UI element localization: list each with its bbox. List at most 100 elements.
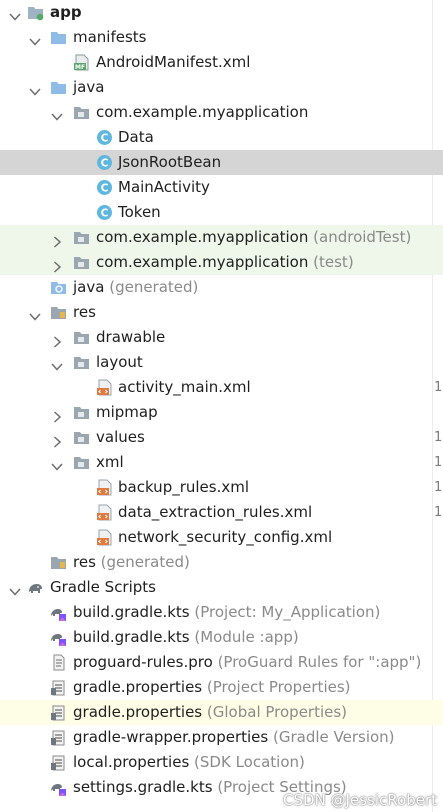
tree-node[interactable]: build.gradle.kts (Module :app) — [0, 625, 443, 650]
tree-node[interactable]: res (generated) — [0, 550, 443, 575]
tree-node-label: res — [73, 303, 96, 321]
chevron-down-icon[interactable] — [51, 456, 63, 471]
tree-node-label: xml — [96, 453, 124, 471]
tree-node[interactable]: activity_main.xml — [0, 375, 443, 400]
tree-node-label: Gradle Scripts — [50, 578, 156, 596]
gradle-kts-icon — [50, 629, 67, 646]
tree-node[interactable]: mipmap — [0, 400, 443, 425]
tree-node[interactable]: proguard-rules.pro (ProGuard Rules for "… — [0, 650, 443, 675]
tree-node-label: Data — [118, 128, 154, 146]
folder-module-icon — [27, 4, 44, 21]
tree-node[interactable]: Gradle Scripts — [0, 575, 443, 600]
tree-node-label: proguard-rules.pro — [73, 653, 213, 671]
text-file-icon — [50, 654, 67, 671]
tree-node[interactable]: layout — [0, 350, 443, 375]
chevron-down-icon[interactable] — [29, 31, 41, 46]
res-folder-icon — [50, 554, 67, 571]
tree-node[interactable]: com.example.myapplication (test) — [0, 250, 443, 275]
properties-file-icon — [50, 754, 67, 771]
package-icon — [73, 104, 90, 121]
package-icon — [73, 454, 90, 471]
tree-node[interactable]: manifests — [0, 25, 443, 50]
tree-node-label: values — [96, 428, 145, 446]
tree-node-label: activity_main.xml — [118, 378, 251, 396]
package-icon — [73, 404, 90, 421]
tree-node[interactable]: C Data — [0, 125, 443, 150]
folder-icon — [50, 79, 67, 96]
tree-node[interactable]: backup_rules.xml — [0, 475, 443, 500]
tree-node[interactable]: res — [0, 300, 443, 325]
tree-node[interactable]: java (generated) — [0, 275, 443, 300]
tree-node-label: app — [50, 3, 82, 21]
class-icon: C — [96, 204, 113, 221]
gradle-kts-icon — [50, 779, 67, 796]
properties-file-icon — [50, 679, 67, 696]
svg-text:MF: MF — [75, 64, 85, 71]
tree-node-label: network_security_config.xml — [118, 528, 333, 546]
gutter-line-number: 1 — [434, 455, 443, 470]
xml-file-icon — [96, 504, 113, 521]
tree-node-label: JsonRootBean — [118, 153, 222, 171]
tree-node[interactable]: com.example.myapplication — [0, 100, 443, 125]
tree-node[interactable]: MF AndroidManifest.xml — [0, 50, 443, 75]
chevron-right-icon[interactable] — [51, 256, 63, 273]
generated-folder-icon — [50, 279, 67, 296]
class-icon: C — [96, 129, 113, 146]
tree-node-hint: (Module :app) — [194, 628, 299, 646]
tree-node-label: mipmap — [96, 403, 158, 421]
tree-node[interactable]: values — [0, 425, 443, 450]
tree-node[interactable]: xml — [0, 450, 443, 475]
chevron-right-icon[interactable] — [51, 406, 63, 423]
tree-node[interactable]: app — [0, 0, 443, 25]
manifest-file-icon: MF — [73, 54, 90, 71]
tree-node-hint: (Global Properties) — [206, 703, 348, 721]
tree-node-label: java — [73, 78, 105, 96]
tree-node[interactable]: data_extraction_rules.xml — [0, 500, 443, 525]
tree-node-label: gradle.properties — [73, 703, 203, 721]
package-icon — [73, 229, 90, 246]
svg-text:C: C — [101, 182, 109, 194]
tree-node[interactable]: C Token — [0, 200, 443, 225]
chevron-down-icon[interactable] — [9, 6, 21, 21]
tree-node[interactable]: build.gradle.kts (Project: My_Applicatio… — [0, 600, 443, 625]
tree-node-label: data_extraction_rules.xml — [118, 503, 313, 521]
tree-node[interactable]: drawable — [0, 325, 443, 350]
xml-file-icon — [96, 379, 113, 396]
chevron-right-icon[interactable] — [51, 331, 63, 348]
tree-node[interactable]: gradle.properties (Project Properties) — [0, 675, 443, 700]
svg-text:C: C — [101, 132, 109, 144]
tree-node-label: build.gradle.kts — [73, 603, 190, 621]
chevron-down-icon[interactable] — [51, 356, 63, 371]
tree-node-hint: (test) — [313, 253, 354, 271]
chevron-down-icon[interactable] — [29, 81, 41, 96]
package-icon — [73, 354, 90, 371]
tree-node[interactable]: java — [0, 75, 443, 100]
chevron-down-icon[interactable] — [9, 581, 21, 596]
svg-text:C: C — [101, 157, 109, 169]
gutter-line-number: 1 — [434, 430, 443, 445]
tree-node-label: local.properties — [73, 753, 190, 771]
tree-node[interactable]: local.properties (SDK Location) — [0, 750, 443, 775]
chevron-down-icon[interactable] — [51, 106, 63, 121]
tree-node-hint: (androidTest) — [313, 228, 412, 246]
tree-node[interactable]: gradle.properties (Global Properties) — [0, 700, 443, 725]
chevron-right-icon[interactable] — [51, 231, 63, 248]
tree-node-label: drawable — [96, 328, 166, 346]
tree-node-label: backup_rules.xml — [118, 478, 250, 496]
xml-file-icon — [96, 479, 113, 496]
chevron-right-icon[interactable] — [51, 431, 63, 448]
tree-node-label: layout — [96, 353, 143, 371]
tree-node-label: java — [73, 278, 105, 296]
tree-node[interactable]: C JsonRootBean — [0, 150, 443, 175]
package-icon — [73, 254, 90, 271]
chevron-down-icon[interactable] — [29, 306, 41, 321]
tree-node-label: AndroidManifest.xml — [96, 53, 251, 71]
tree-node[interactable]: C MainActivity — [0, 175, 443, 200]
tree-node-hint: (SDK Location) — [194, 753, 305, 771]
tree-node[interactable]: com.example.myapplication (androidTest) — [0, 225, 443, 250]
tree-node-label: Token — [118, 203, 161, 221]
gutter-line-number: 1 — [434, 380, 443, 395]
properties-file-icon — [50, 729, 67, 746]
tree-node[interactable]: gradle-wrapper.properties (Gradle Versio… — [0, 725, 443, 750]
tree-node[interactable]: network_security_config.xml — [0, 525, 443, 550]
